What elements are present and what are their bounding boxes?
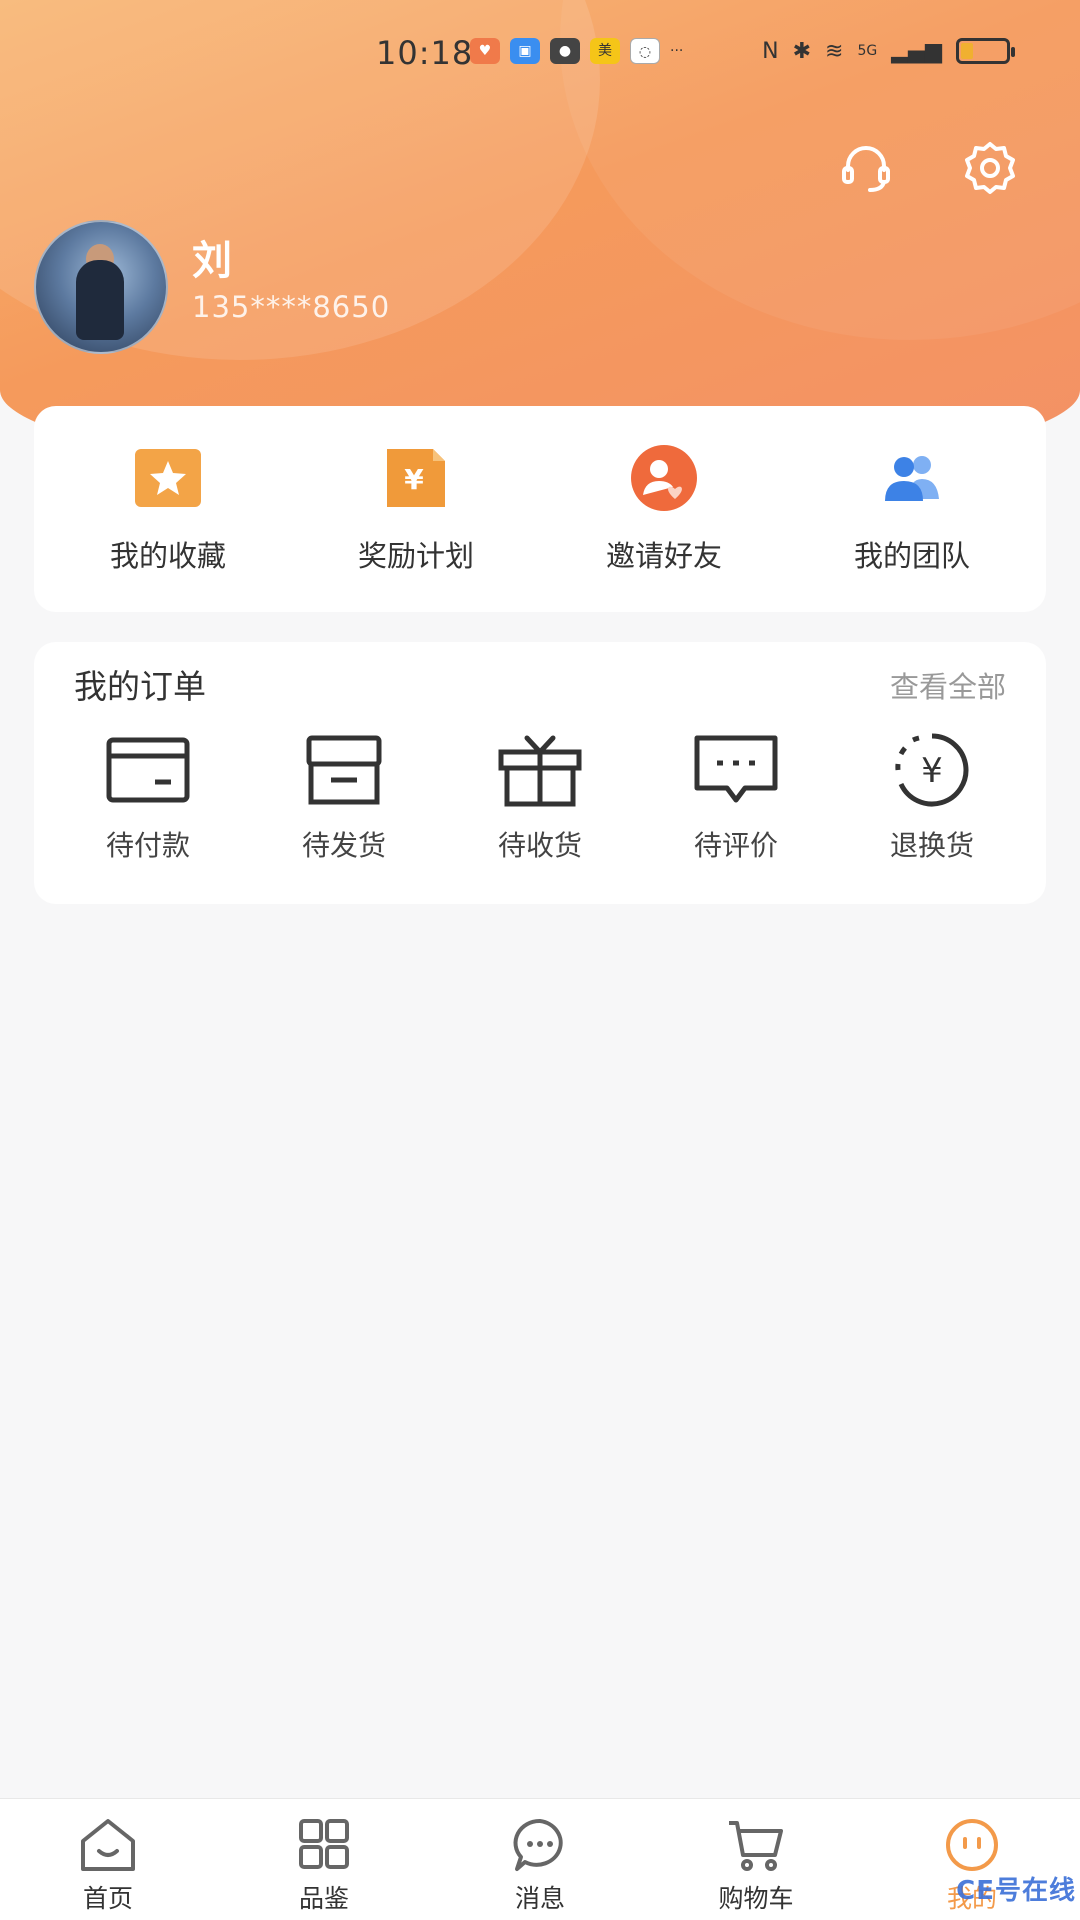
- pending-review-button[interactable]: 待评价: [641, 732, 831, 864]
- app-notification-icon: ▣: [510, 38, 540, 64]
- reward-plan-button[interactable]: ¥ 奖励计划: [306, 443, 526, 575]
- profile-face-icon: [946, 1819, 998, 1871]
- tab-cart-label: 购物车: [718, 1884, 794, 1913]
- star-icon: [135, 449, 201, 507]
- headset-icon[interactable]: [838, 140, 894, 196]
- tab-messages-label: 消息: [514, 1884, 565, 1913]
- avatar[interactable]: [34, 220, 168, 354]
- notification-icons: ♥ ▣ ● 美 ◌ ···: [470, 38, 683, 64]
- signal-icon: ▂▄▆: [891, 38, 942, 64]
- tab-tasting[interactable]: 品鉴: [216, 1799, 432, 1920]
- orders-card: 我的订单 查看全部 待付款 待发货 待收货 待评价 ¥ 退换货: [34, 642, 1046, 904]
- invite-friends-label: 邀请好友: [605, 539, 722, 573]
- svg-text:¥: ¥: [404, 463, 424, 496]
- gift-icon: [498, 735, 582, 807]
- quick-actions-card: 我的收藏 ¥ 奖励计划 邀请好友 我的团队: [34, 406, 1046, 612]
- wifi-icon: ≋: [825, 38, 844, 64]
- comment-icon: [694, 735, 778, 803]
- my-team-label: 我的团队: [853, 539, 970, 573]
- return-exchange-button[interactable]: ¥ 退换货: [837, 732, 1027, 864]
- invite-friend-icon: [631, 445, 697, 511]
- meituan-icon: 美: [590, 38, 620, 64]
- pending-review-label: 待评价: [693, 829, 778, 862]
- view-all-orders-link[interactable]: 查看全部: [890, 664, 1006, 706]
- user-name: 刘: [192, 238, 232, 284]
- orders-title: 我的订单: [74, 667, 206, 706]
- tab-cart[interactable]: 购物车: [648, 1799, 864, 1920]
- pending-receipt-label: 待收货: [497, 829, 582, 862]
- pending-shipment-button[interactable]: 待发货: [249, 732, 439, 864]
- order-status-row: 待付款 待发货 待收货 待评价 ¥ 退换货: [34, 732, 1046, 864]
- refund-icon: ¥: [895, 733, 969, 807]
- svg-text:¥: ¥: [921, 751, 943, 791]
- box-icon: [306, 735, 382, 805]
- reward-plan-label: 奖励计划: [357, 539, 474, 573]
- status-bar: 10:18 ♥ ▣ ● 美 ◌ ··· N ✱ ≋ 5G ▂▄▆: [0, 0, 1080, 110]
- yuan-document-icon: ¥: [387, 449, 445, 507]
- user-phone: 135****8650: [192, 290, 391, 324]
- status-time: 10:18: [376, 34, 474, 72]
- pending-shipment-label: 待发货: [301, 829, 386, 862]
- pending-receipt-button[interactable]: 待收货: [445, 732, 635, 864]
- tab-messages[interactable]: 消息: [432, 1799, 648, 1920]
- return-exchange-label: 退换货: [889, 829, 974, 862]
- watermark-logo: CE号在线: [956, 1876, 1076, 1906]
- system-icons: N ✱ ≋ 5G ▂▄▆: [762, 38, 1015, 64]
- wallet-icon: [106, 737, 190, 803]
- favorites-button[interactable]: 我的收藏: [58, 443, 278, 575]
- app-notification-icon: ♥: [470, 38, 500, 64]
- wechat-icon: ●: [550, 38, 580, 64]
- chat-icon: ◌: [630, 38, 660, 64]
- favorites-label: 我的收藏: [109, 539, 226, 573]
- more-notifications-icon: ···: [670, 43, 684, 59]
- pending-payment-label: 待付款: [105, 829, 190, 862]
- tab-home[interactable]: 首页: [0, 1799, 216, 1920]
- my-team-button[interactable]: 我的团队: [802, 443, 1022, 575]
- message-icon: [513, 1818, 563, 1871]
- invite-friends-button[interactable]: 邀请好友: [554, 443, 774, 575]
- bluetooth-icon: ✱: [792, 38, 812, 64]
- team-icon: [885, 456, 939, 501]
- bottom-tab-bar: 首页 品鉴 消息 购物车 我的: [0, 1798, 1080, 1920]
- nfc-icon: N: [762, 38, 779, 64]
- gear-icon[interactable]: [962, 140, 1018, 196]
- home-icon: [81, 1819, 135, 1871]
- signal-label: 5G: [857, 43, 878, 59]
- grid-icon: [299, 1819, 349, 1869]
- tab-tasting-label: 品鉴: [298, 1884, 349, 1913]
- battery-icon: [956, 38, 1015, 64]
- cart-icon: [729, 1821, 783, 1871]
- tab-home-label: 首页: [82, 1884, 133, 1913]
- pending-payment-button[interactable]: 待付款: [53, 732, 243, 864]
